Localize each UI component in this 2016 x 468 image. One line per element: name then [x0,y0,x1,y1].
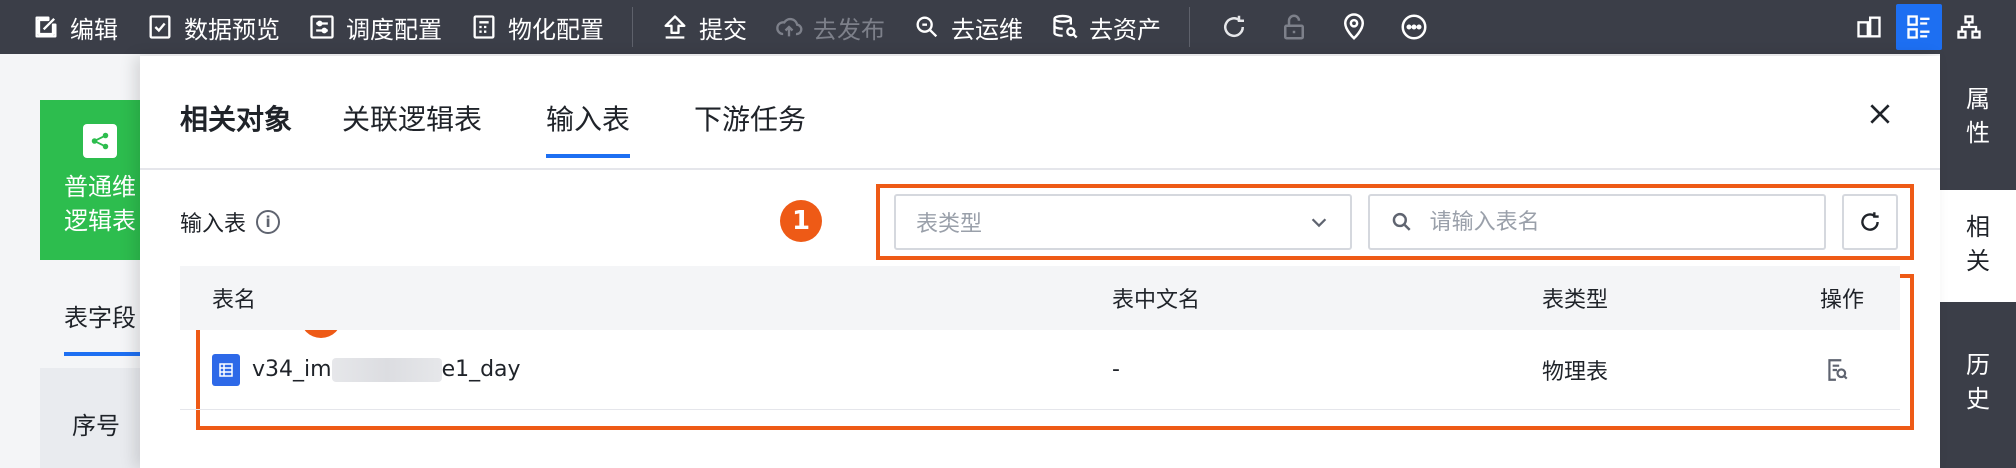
close-button[interactable] [1862,96,1898,132]
materialize-config-label: 物化配置 [508,15,604,44]
header-table-name: 表名 [212,288,257,313]
submit-button[interactable]: 提交 [647,0,761,54]
sidebar-tab-properties[interactable]: 属 性 [1940,68,2016,168]
table-icon [212,353,240,386]
view-detail-icon [1828,358,1848,381]
tab-table-fields[interactable]: 表字段 [64,298,136,333]
detail-list-icon [1907,15,1930,39]
view-switch [1846,4,1992,50]
node-share-icon [83,124,117,158]
column-seq-header: 序号 [72,412,120,440]
table-name-prefix: v34_im [252,357,332,382]
tab-related-logical-tables[interactable]: 关联逻辑表 [342,98,482,138]
history-char-2: 史 [1966,385,1990,413]
search-icon [1392,212,1411,231]
related-char-1: 相 [1966,213,1990,241]
edit-label: 编辑 [70,15,118,44]
cloud-upload-icon [776,17,803,37]
section-title: 输入表 [180,212,247,237]
location-pin-icon [1343,13,1365,40]
locate-button[interactable] [1324,0,1384,54]
row-table-name[interactable]: v34_im e1_day [212,330,521,409]
wrench-icon [916,16,938,38]
schedule-config-icon [310,15,334,39]
preview-icon [149,15,171,39]
row-view-action[interactable] [1824,330,1850,409]
properties-char-1: 属 [1966,85,1990,113]
table-name-suffix: e1_day [441,357,521,382]
tab-active-indicator [64,352,144,356]
input-tables-table: 表名 表中文名 表类型 操作 v34_im e1_day - 物理表 [180,266,1900,410]
layout-icon [1857,16,1881,38]
reload-button[interactable] [1204,0,1264,54]
table-type-placeholder: 表类型 [916,212,983,237]
related-char-2: 关 [1966,247,1990,275]
row-table-type: 物理表 [1542,359,1609,385]
sidebar-tab-history[interactable]: 历 史 [1940,334,2016,434]
view-lineage-button[interactable] [1946,4,1992,50]
ops-label: 去运维 [951,15,1023,44]
header-actions: 操作 [1820,288,1865,313]
header-table-type: 表类型 [1542,288,1609,313]
view-layout-button[interactable] [1846,4,1892,50]
more-button[interactable] [1384,0,1444,54]
tab-downstream-tasks[interactable]: 下游任务 [694,98,806,138]
more-icon [1401,14,1427,40]
assets-label: 去资产 [1089,15,1161,44]
header-cn-name: 表中文名 [1112,288,1201,313]
annotation-marker-1: 1 [780,200,822,242]
view-detail-button[interactable] [1896,4,1942,50]
refresh-icon [1861,212,1879,231]
table-row: v34_im e1_day - 物理表 [180,330,1900,410]
related-objects-drawer: 相关对象 关联逻辑表 输入表 下游任务 输入表 i 1 表类型 2 表名 表中文… [140,56,1940,468]
toolbar-divider [632,7,633,47]
close-icon [1870,104,1890,124]
materialize-icon [473,15,495,39]
refresh-button[interactable] [1842,194,1898,250]
row-cn-name: - [1112,357,1120,382]
ops-button[interactable]: 去运维 [899,0,1037,54]
publish-label: 去发布 [813,15,885,44]
lineage-icon [1957,15,1981,39]
drawer-header: 相关对象 关联逻辑表 输入表 下游任务 [140,56,1940,170]
section-label: 输入表 i [180,206,281,238]
chevron-down-icon [1311,218,1327,228]
right-sidebar: 属 性 相 关 历 史 [1940,54,2016,468]
history-char-1: 历 [1966,351,1990,379]
assets-button[interactable]: 去资产 [1037,0,1175,54]
submit-label: 提交 [699,15,747,44]
unlock-icon [1284,14,1304,40]
lock-button[interactable] [1264,0,1324,54]
data-preview-button[interactable]: 数据预览 [132,0,294,54]
reload-icon [1224,15,1245,38]
edit-icon [35,16,57,38]
search-field [1368,194,1826,250]
schedule-config-label: 调度配置 [346,15,442,44]
schedule-config-button[interactable]: 调度配置 [294,0,456,54]
toolbar-divider [1189,7,1190,47]
table-header: 表名 表中文名 表类型 操作 [180,266,1900,330]
materialize-config-button[interactable]: 物化配置 [456,0,618,54]
data-preview-label: 数据预览 [184,15,280,44]
top-toolbar: 编辑 数据预览 调度配置 物化配置 提交 去发布 去运维 去资产 [0,0,2016,54]
info-icon[interactable]: i [256,210,281,234]
table-type-select[interactable]: 表类型 [894,194,1352,250]
drawer-title: 相关对象 [180,103,293,136]
submit-icon [664,15,686,39]
database-search-icon [1053,14,1078,39]
properties-char-2: 性 [1966,119,1990,147]
search-input[interactable] [1429,209,1804,235]
sidebar-tab-related[interactable]: 相 关 [1940,190,2016,302]
publish-button[interactable]: 去发布 [761,0,899,54]
edit-button[interactable]: 编辑 [18,0,132,54]
tab-input-tables[interactable]: 输入表 [546,98,630,138]
active-tab-indicator [546,154,630,158]
redacted-text [331,357,442,382]
